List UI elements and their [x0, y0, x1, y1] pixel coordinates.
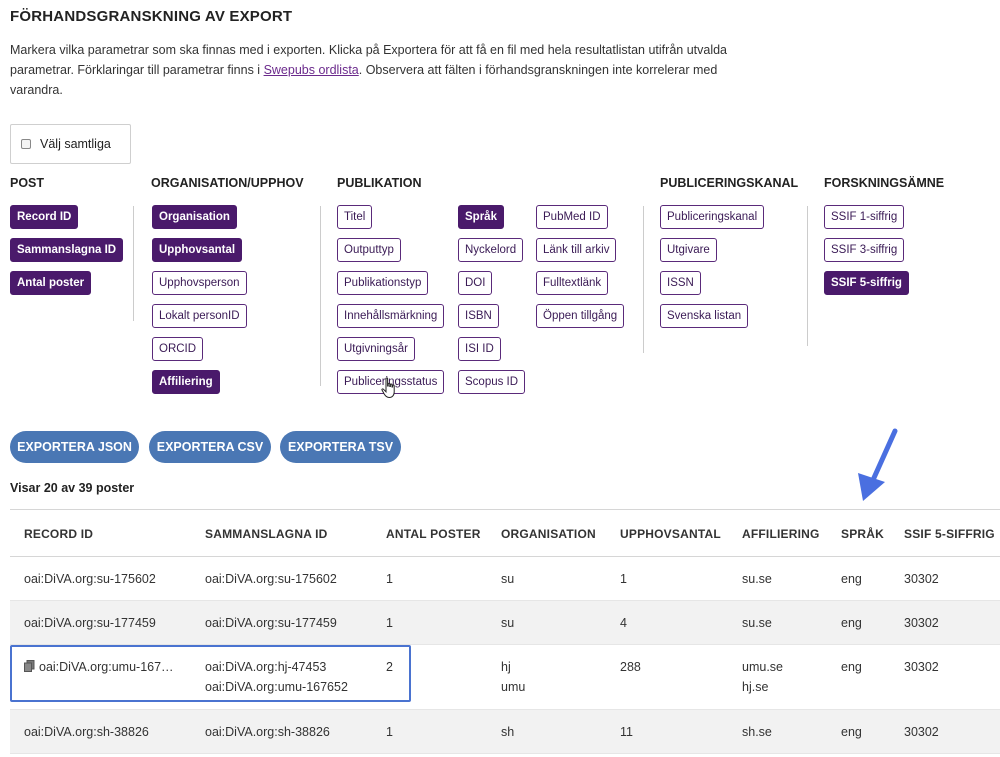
group-heading-amne: FORSKNINGSÄMNE — [824, 176, 945, 190]
cell-organisation: umu — [501, 680, 526, 694]
select-all-control[interactable]: Välj samtliga — [10, 124, 131, 164]
param-tag-doi[interactable]: DOI — [458, 271, 493, 295]
param-tag-publiceringskanal[interactable]: Publiceringskanal — [660, 205, 765, 229]
group-heading-organisation: ORGANISATION/UPPHOV — [151, 176, 304, 190]
results-count: Visar 20 av 39 poster — [10, 481, 135, 495]
param-tag-issn[interactable]: ISSN — [660, 271, 701, 295]
cell-language: eng — [841, 660, 862, 674]
group-divider — [133, 206, 134, 321]
cell-merged-id: oai:DiVA.org:su-177459 — [205, 616, 337, 630]
cell-ssif: 30302 — [904, 660, 939, 674]
table-row: oai:DiVA.org:su-177459 oai:DiVA.org:su-1… — [10, 601, 1000, 645]
param-tag-isi-id[interactable]: ISI ID — [458, 337, 501, 361]
param-tag-ssif-5[interactable]: SSIF 5-siffrig — [824, 271, 909, 295]
param-tag-upphovsantal[interactable]: Upphovsantal — [152, 238, 243, 262]
cell-record-id: oai:DiVA.org:sh-38826 — [24, 725, 149, 739]
column-header[interactable]: AFFILIERING — [742, 527, 820, 541]
select-all-checkbox[interactable] — [21, 139, 31, 149]
param-tag-innehallsmarkning[interactable]: Innehållsmärkning — [337, 304, 445, 328]
group-divider — [807, 206, 808, 346]
param-tag-ssif-1[interactable]: SSIF 1-siffrig — [824, 205, 905, 229]
param-tag-lokalt-personid[interactable]: Lokalt personID — [152, 304, 247, 328]
cell-count: 1 — [386, 725, 393, 739]
cell-record-id: oai:DiVA.org:su-175602 — [24, 572, 156, 586]
cell-merged-id: oai:DiVA.org:sh-38826 — [205, 725, 330, 739]
export-tsv-button[interactable]: EXPORTERA TSV — [280, 431, 401, 463]
cell-organisation: su — [501, 572, 515, 586]
hand-cursor-icon — [381, 377, 395, 399]
param-tag-organisation[interactable]: Organisation — [152, 205, 237, 229]
cell-affiliation: su.se — [742, 572, 772, 586]
highlight-box — [10, 645, 411, 702]
column-header[interactable]: RECORD ID — [24, 527, 93, 541]
column-header[interactable]: SAMMANSLAGNA ID — [205, 527, 328, 541]
cell-organisation: sh — [501, 725, 515, 739]
cell-record-id: oai:DiVA.org:su-177459 — [24, 616, 156, 630]
page-title: FÖRHANDSGRANSKNING AV EXPORT — [10, 8, 293, 25]
column-header[interactable]: UPPHOVSANTAL — [620, 527, 721, 541]
cell-ssif: 30302 — [904, 572, 939, 586]
group-divider — [320, 206, 321, 386]
column-header[interactable]: ANTAL POSTER — [386, 527, 481, 541]
param-tag-fulltextlank[interactable]: Fulltextlänk — [536, 271, 609, 295]
param-tag-outputtyp[interactable]: Outputtyp — [337, 238, 401, 262]
cell-affiliation: umu.se — [742, 660, 783, 674]
param-tag-record-id[interactable]: Record ID — [10, 205, 79, 229]
param-tag-ssif-3[interactable]: SSIF 3-siffrig — [824, 238, 905, 262]
cell-merged-id: oai:DiVA.org:su-175602 — [205, 572, 337, 586]
param-tag-sammanslagna-id[interactable]: Sammanslagna ID — [10, 238, 124, 262]
param-tag-scopus-id[interactable]: Scopus ID — [458, 370, 526, 394]
group-divider — [643, 206, 644, 353]
cell-authors: 4 — [620, 616, 627, 630]
table-row: oai:DiVA.org:su-175602 oai:DiVA.org:su-1… — [10, 557, 1000, 601]
table-row: oai:DiVA.org:sh-38826 oai:DiVA.org:sh-38… — [10, 710, 1000, 754]
export-json-button[interactable]: EXPORTERA JSON — [10, 431, 139, 463]
param-tag-affiliering[interactable]: Affiliering — [152, 370, 220, 394]
column-header[interactable]: ORGANISATION — [501, 527, 596, 541]
table-header: RECORD ID SAMMANSLAGNA ID ANTAL POSTER O… — [10, 510, 1000, 557]
cell-authors: 11 — [620, 725, 633, 739]
cell-language: eng — [841, 616, 862, 630]
column-header[interactable]: SSIF 5-SIFFRIG — [904, 527, 995, 541]
cell-affiliation: su.se — [742, 616, 772, 630]
group-heading-publikation: PUBLIKATION — [337, 176, 422, 190]
cell-organisation: hj — [501, 660, 511, 674]
cell-ssif: 30302 — [904, 725, 939, 739]
param-tag-publikationstyp[interactable]: Publikationstyp — [337, 271, 429, 295]
param-tag-upphovsperson[interactable]: Upphovsperson — [152, 271, 247, 295]
cell-affiliation: sh.se — [742, 725, 772, 739]
cell-authors: 288 — [620, 660, 641, 674]
group-heading-post: POST — [10, 176, 45, 190]
param-tag-sprak[interactable]: Språk — [458, 205, 504, 229]
param-tag-oppen-tillgang[interactable]: Öppen tillgång — [536, 304, 625, 328]
param-tag-utgivare[interactable]: Utgivare — [660, 238, 717, 262]
param-tag-pubmed-id[interactable]: PubMed ID — [536, 205, 608, 229]
cell-ssif: 30302 — [904, 616, 939, 630]
param-tag-isbn[interactable]: ISBN — [458, 304, 499, 328]
group-heading-kanal: PUBLICERINGSKANAL — [660, 176, 799, 190]
intro-text: Markera vilka parametrar som ska finnas … — [10, 40, 730, 100]
results-table: RECORD ID SAMMANSLAGNA ID ANTAL POSTER O… — [10, 509, 1000, 757]
cell-count: 1 — [386, 572, 393, 586]
cell-count: 1 — [386, 616, 393, 630]
cell-language: eng — [841, 572, 862, 586]
cell-organisation: su — [501, 616, 515, 630]
glossary-link[interactable]: Swepubs ordlista — [264, 63, 359, 77]
cell-affiliation: hj.se — [742, 680, 769, 694]
param-tag-nyckelord[interactable]: Nyckelord — [458, 238, 524, 262]
cell-authors: 1 — [620, 572, 627, 586]
export-csv-button[interactable]: EXPORTERA CSV — [149, 431, 271, 463]
cell-language: eng — [841, 725, 862, 739]
param-tag-orcid[interactable]: ORCID — [152, 337, 204, 361]
param-tag-utgivningsar[interactable]: Utgivningsår — [337, 337, 415, 361]
param-tag-antal-poster[interactable]: Antal poster — [10, 271, 92, 295]
column-header[interactable]: SPRÅK — [841, 527, 884, 541]
param-tag-titel[interactable]: Titel — [337, 205, 373, 229]
param-tag-lank-till-arkiv[interactable]: Länk till arkiv — [536, 238, 617, 262]
param-tag-svenska-listan[interactable]: Svenska listan — [660, 304, 749, 328]
select-all-label: Välj samtliga — [40, 137, 111, 151]
annotation-arrow-icon — [858, 428, 898, 501]
